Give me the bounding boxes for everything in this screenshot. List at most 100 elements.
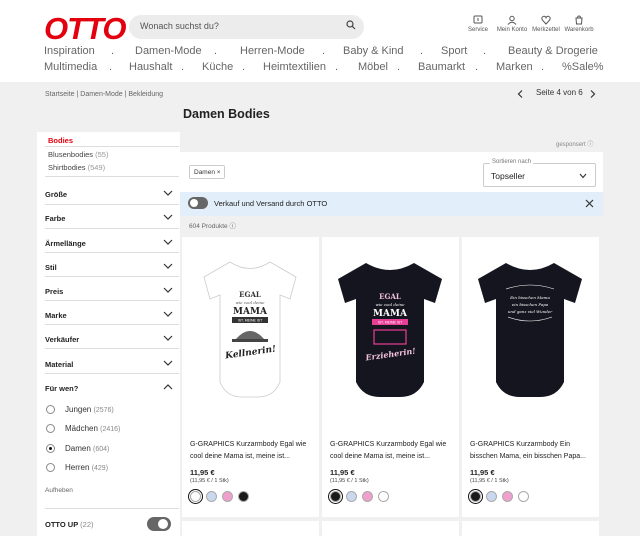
nav-multimedia[interactable]: Multimedia bbox=[44, 61, 97, 73]
chevron-down-icon bbox=[163, 239, 173, 245]
product-card[interactable]: EGAL wie cool deine MAMA IST, MEINE IST … bbox=[322, 237, 459, 517]
swatch-pink[interactable] bbox=[362, 491, 373, 502]
product-card-partial[interactable] bbox=[182, 521, 319, 536]
product-image[interactable]: EGAL wie cool deine MAMA IST, MEINE IST … bbox=[182, 237, 319, 427]
otto-up-toggle[interactable] bbox=[147, 517, 171, 531]
divider bbox=[45, 300, 179, 301]
nav-damen-mode[interactable]: Damen-Mode bbox=[135, 45, 202, 57]
nav-haushalt[interactable]: Haushalt bbox=[129, 61, 172, 73]
filter-label: Für wen? bbox=[45, 384, 79, 393]
divider bbox=[45, 276, 179, 277]
product-image[interactable]: EGAL wie cool deine MAMA IST, MEINE IST … bbox=[322, 237, 459, 427]
swatch-lightblue[interactable] bbox=[346, 491, 357, 502]
category-blusenbodies[interactable]: Blusenbodies (55) bbox=[48, 150, 108, 159]
category-label: Shirtbodies bbox=[48, 163, 86, 172]
breadcrumb[interactable]: Startseite | Damen-Mode | Bekleidung bbox=[45, 91, 163, 98]
search-icon[interactable] bbox=[346, 20, 356, 30]
filter-farbe[interactable]: Farbe bbox=[45, 214, 173, 223]
filter-material[interactable]: Material bbox=[45, 360, 173, 369]
nav-kueche[interactable]: Küche bbox=[202, 61, 233, 73]
category-shirtbodies[interactable]: Shirtbodies (549) bbox=[48, 163, 105, 172]
swatch-lightblue[interactable] bbox=[206, 491, 217, 502]
filter-fuer-wen[interactable]: Für wen? bbox=[45, 384, 173, 393]
nav-baby-kind[interactable]: Baby & Kind bbox=[343, 45, 404, 57]
print-line: wie cool deine bbox=[375, 302, 405, 307]
category-bodies[interactable]: Bodies bbox=[48, 136, 73, 145]
product-card[interactable]: Ein bisschen Mama ein bisschen Papa und … bbox=[462, 237, 599, 517]
chevron-up-icon bbox=[163, 384, 173, 390]
sort-select[interactable]: Sortieren nach Topseller bbox=[483, 159, 596, 187]
nav-baumarkt[interactable]: Baumarkt bbox=[418, 61, 465, 73]
category-label: Blusenbodies bbox=[48, 150, 94, 159]
radio-label-herren: Herren (429) bbox=[65, 463, 108, 472]
swatch-black[interactable] bbox=[470, 491, 481, 502]
radio-herren[interactable] bbox=[46, 463, 55, 472]
divider bbox=[45, 373, 179, 374]
search-placeholder: Wonach suchst du? bbox=[140, 21, 219, 31]
print-line: EGAL bbox=[379, 292, 401, 301]
swatch-lightblue[interactable] bbox=[486, 491, 497, 502]
cart-button[interactable]: Warenkorb bbox=[559, 15, 599, 33]
otto-seller-toggle[interactable] bbox=[188, 197, 208, 209]
filter-preis[interactable]: Preis bbox=[45, 287, 173, 296]
radio-damen[interactable] bbox=[46, 444, 55, 453]
swatch-white[interactable] bbox=[518, 491, 529, 502]
nav-sep: . bbox=[214, 45, 218, 57]
swatch-pink[interactable] bbox=[502, 491, 513, 502]
filter-groesse[interactable]: Größe bbox=[45, 190, 173, 199]
search-input[interactable]: Wonach suchst du? bbox=[129, 15, 364, 39]
otto-up-count: (22) bbox=[80, 520, 94, 529]
divider bbox=[45, 324, 179, 325]
close-icon[interactable] bbox=[585, 199, 594, 208]
product-title[interactable]: G-GRAPHICS Kurzarmbody Ein bisschen Mama,… bbox=[470, 439, 594, 463]
divider bbox=[45, 146, 179, 147]
prev-page-icon[interactable] bbox=[517, 90, 523, 98]
filter-label: Marke bbox=[45, 311, 67, 320]
nav-sep: . bbox=[397, 61, 401, 73]
product-title[interactable]: G-GRAPHICS Kurzarmbody Egal wie cool dein… bbox=[330, 439, 454, 463]
cart-icon bbox=[575, 15, 583, 25]
divider bbox=[45, 508, 179, 509]
product-card-partial[interactable] bbox=[462, 521, 599, 536]
title-line: cool deine Mama ist, meine ist... bbox=[190, 453, 290, 460]
product-card[interactable]: EGAL wie cool deine MAMA IST, MEINE IST … bbox=[182, 237, 319, 517]
otto-up-label: OTTO UP bbox=[45, 520, 79, 529]
nav-herren-mode[interactable]: Herren-Mode bbox=[240, 45, 305, 57]
next-page-icon[interactable] bbox=[590, 90, 596, 98]
radio-maedchen[interactable] bbox=[46, 424, 55, 433]
nav-inspiration[interactable]: Inspiration bbox=[44, 45, 95, 57]
nav-beauty[interactable]: Beauty & Drogerie bbox=[508, 45, 598, 57]
nav-sport[interactable]: Sport bbox=[441, 45, 467, 57]
print-line: IST, MEINE IST bbox=[378, 321, 403, 325]
filter-aermellaenge[interactable]: Ärmellänge bbox=[45, 239, 173, 248]
nav-sep: . bbox=[483, 45, 487, 57]
option-count: (429) bbox=[91, 465, 109, 472]
product-card-partial[interactable] bbox=[322, 521, 459, 536]
swatch-black[interactable] bbox=[330, 491, 341, 502]
filter-stil[interactable]: Stil bbox=[45, 263, 173, 272]
swatch-white[interactable] bbox=[190, 491, 201, 502]
nav-moebel[interactable]: Möbel bbox=[358, 61, 388, 73]
reset-link[interactable]: Aufheben bbox=[45, 487, 73, 494]
swatch-black[interactable] bbox=[238, 491, 249, 502]
nav-heimtextilien[interactable]: Heimtextilien bbox=[263, 61, 326, 73]
filter-verkaeufer[interactable]: Verkäufer bbox=[45, 335, 173, 344]
product-title[interactable]: G-GRAPHICS Kurzarmbody Egal wie cool dein… bbox=[190, 439, 314, 463]
filter-label: Stil bbox=[45, 263, 57, 272]
option-count: (2576) bbox=[93, 407, 114, 414]
sort-value: Topseller bbox=[491, 171, 526, 181]
product-image[interactable]: Ein bisschen Mama ein bisschen Papa und … bbox=[462, 237, 599, 427]
nav-sep: . bbox=[420, 45, 424, 57]
active-filter-chip[interactable]: Damen × bbox=[189, 165, 225, 179]
service-icon bbox=[473, 15, 483, 24]
filter-label: Farbe bbox=[45, 214, 66, 223]
filter-label: Ärmellänge bbox=[45, 239, 86, 248]
swatch-pink[interactable] bbox=[222, 491, 233, 502]
nav-sale[interactable]: %Sale% bbox=[562, 61, 604, 73]
nav-marken[interactable]: Marken bbox=[496, 61, 533, 73]
unit-price: (11,95 € / 1 Stk) bbox=[330, 478, 369, 484]
otto-logo[interactable]: OTTO bbox=[44, 11, 127, 47]
swatch-white[interactable] bbox=[378, 491, 389, 502]
radio-jungen[interactable] bbox=[46, 405, 55, 414]
filter-marke[interactable]: Marke bbox=[45, 311, 173, 320]
